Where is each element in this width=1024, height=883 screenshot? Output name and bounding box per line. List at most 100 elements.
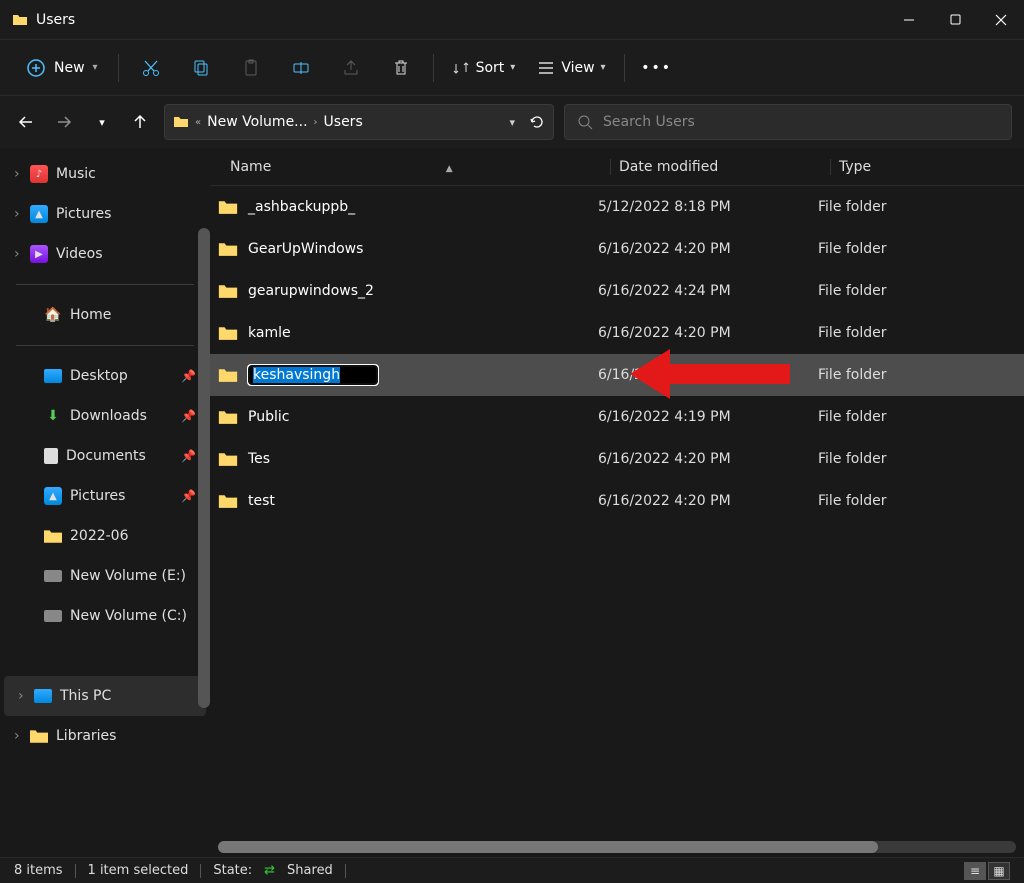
sort-button[interactable]: Sort ▾ bbox=[444, 55, 524, 81]
copy-icon bbox=[191, 58, 211, 78]
sidebar-scrollbar[interactable] bbox=[198, 228, 210, 708]
status-state-label: State: bbox=[213, 863, 252, 878]
date-cell: 6/16/2022 4:20 PM bbox=[598, 493, 818, 509]
sidebar-item-videos[interactable]: ▶ Videos bbox=[0, 234, 210, 274]
more-button[interactable]: ••• bbox=[635, 50, 679, 86]
table-row[interactable]: Public6/16/2022 4:19 PMFile folder bbox=[210, 396, 1024, 438]
cut-button[interactable] bbox=[129, 50, 173, 86]
type-cell: File folder bbox=[818, 283, 1024, 299]
type-cell: File folder bbox=[818, 199, 1024, 215]
sidebar-item-libraries[interactable]: Libraries bbox=[0, 716, 210, 756]
video-icon: ▶ bbox=[30, 245, 48, 263]
separator bbox=[345, 864, 346, 878]
column-headers: Name ▲ Date modified Type bbox=[210, 148, 1024, 186]
refresh-icon[interactable] bbox=[529, 114, 545, 130]
sidebar-item-2022-06[interactable]: 2022-06 bbox=[0, 516, 210, 556]
column-type[interactable]: Type bbox=[830, 159, 1024, 175]
sidebar-item-volume-e[interactable]: New Volume (E:) bbox=[0, 556, 210, 596]
type-cell: File folder bbox=[818, 325, 1024, 341]
main: ♪ Music ▲ Pictures ▶ Videos 🏠 Home Deskt… bbox=[0, 148, 1024, 857]
column-type-label: Type bbox=[839, 159, 871, 175]
music-icon: ♪ bbox=[30, 165, 48, 183]
sidebar-item-music[interactable]: ♪ Music bbox=[0, 154, 210, 194]
delete-button[interactable] bbox=[379, 50, 423, 86]
sidebar-item-downloads[interactable]: ⬇ Downloads 📌 bbox=[0, 396, 210, 436]
status-selected: 1 item selected bbox=[88, 863, 189, 878]
table-row[interactable]: 6/16/2022 4:20 PMFile folder bbox=[210, 354, 1024, 396]
maximize-button[interactable] bbox=[932, 0, 978, 40]
table-row[interactable]: Tes6/16/2022 4:20 PMFile folder bbox=[210, 438, 1024, 480]
table-row[interactable]: kamle6/16/2022 4:20 PMFile folder bbox=[210, 312, 1024, 354]
back-button[interactable] bbox=[12, 108, 40, 136]
column-name[interactable]: Name ▲ bbox=[230, 159, 610, 175]
search-input[interactable] bbox=[603, 114, 999, 130]
up-button[interactable] bbox=[126, 108, 154, 136]
search-icon bbox=[577, 114, 593, 130]
copy-button[interactable] bbox=[179, 50, 223, 86]
folder-icon bbox=[173, 114, 189, 130]
view-button[interactable]: View ▾ bbox=[529, 55, 613, 81]
status-item-count: 8 items bbox=[14, 863, 63, 878]
sidebar-label: Videos bbox=[56, 246, 103, 262]
pin-icon: 📌 bbox=[181, 369, 196, 383]
plus-circle-icon bbox=[26, 58, 46, 78]
search-bar[interactable] bbox=[564, 104, 1012, 140]
home-icon: 🏠 bbox=[44, 306, 62, 324]
sidebar-item-pictures-lib[interactable]: ▲ Pictures bbox=[0, 194, 210, 234]
close-button[interactable] bbox=[978, 0, 1024, 40]
sidebar-item-home[interactable]: 🏠 Home bbox=[0, 295, 210, 335]
details-view-button[interactable]: ≡ bbox=[964, 862, 986, 880]
sort-asc-icon: ▲ bbox=[446, 164, 453, 174]
paste-button[interactable] bbox=[229, 50, 273, 86]
breadcrumb-volume[interactable]: New Volume... bbox=[207, 114, 307, 130]
address-bar[interactable]: « New Volume... › Users ▾ bbox=[164, 104, 554, 140]
rename-input[interactable] bbox=[248, 365, 378, 385]
close-icon bbox=[995, 14, 1007, 26]
sidebar-item-this-pc[interactable]: This PC bbox=[4, 676, 206, 716]
address-row: ▾ « New Volume... › Users ▾ bbox=[0, 96, 1024, 148]
sidebar-item-volume-c[interactable]: New Volume (C:) bbox=[0, 596, 210, 636]
chevron-right-icon: › bbox=[314, 117, 318, 128]
toolbar: New ▾ Sort ▾ View ▾ ••• bbox=[0, 40, 1024, 96]
sidebar-item-desktop[interactable]: Desktop 📌 bbox=[0, 356, 210, 396]
forward-button[interactable] bbox=[50, 108, 78, 136]
more-icon: ••• bbox=[641, 60, 672, 76]
table-row[interactable]: GearUpWindows6/16/2022 4:20 PMFile folde… bbox=[210, 228, 1024, 270]
sidebar-label: Pictures bbox=[70, 488, 125, 504]
document-icon bbox=[44, 448, 58, 464]
sidebar: ♪ Music ▲ Pictures ▶ Videos 🏠 Home Deskt… bbox=[0, 148, 210, 857]
minimize-button[interactable] bbox=[886, 0, 932, 40]
column-name-label: Name bbox=[230, 159, 271, 175]
sidebar-item-pictures[interactable]: ▲ Pictures 📌 bbox=[0, 476, 210, 516]
icons-view-button[interactable]: ▦ bbox=[988, 862, 1010, 880]
drive-icon bbox=[44, 610, 62, 622]
column-date-label: Date modified bbox=[619, 159, 718, 175]
sidebar-label: 2022-06 bbox=[70, 528, 129, 544]
rename-button[interactable] bbox=[279, 50, 323, 86]
name-cell bbox=[218, 365, 598, 385]
share-button[interactable] bbox=[329, 50, 373, 86]
chevron-down-icon[interactable]: ▾ bbox=[509, 116, 515, 129]
desktop-icon bbox=[44, 369, 62, 383]
column-date[interactable]: Date modified bbox=[610, 159, 830, 175]
trash-icon bbox=[391, 58, 411, 78]
name-cell: GearUpWindows bbox=[218, 241, 598, 257]
recent-button[interactable]: ▾ bbox=[88, 108, 116, 136]
separator bbox=[118, 54, 119, 82]
view-toggle: ≡ ▦ bbox=[964, 862, 1010, 880]
sidebar-label: Downloads bbox=[70, 408, 147, 424]
sidebar-label: Desktop bbox=[70, 368, 128, 384]
date-cell: 6/16/2022 4:19 PM bbox=[598, 409, 818, 425]
sidebar-label: New Volume (C:) bbox=[70, 608, 187, 624]
breadcrumb-users[interactable]: Users bbox=[324, 114, 363, 130]
horizontal-scrollbar[interactable] bbox=[218, 841, 1016, 853]
table-row[interactable]: test6/16/2022 4:20 PMFile folder bbox=[210, 480, 1024, 522]
minimize-icon bbox=[903, 14, 915, 26]
new-button[interactable]: New ▾ bbox=[16, 52, 108, 84]
divider bbox=[16, 345, 194, 346]
sidebar-item-documents[interactable]: Documents 📌 bbox=[0, 436, 210, 476]
table-row[interactable]: _ashbackuppb_5/12/2022 8:18 PMFile folde… bbox=[210, 186, 1024, 228]
table-row[interactable]: gearupwindows_26/16/2022 4:24 PMFile fol… bbox=[210, 270, 1024, 312]
separator bbox=[624, 54, 625, 82]
name-cell: Tes bbox=[218, 451, 598, 467]
